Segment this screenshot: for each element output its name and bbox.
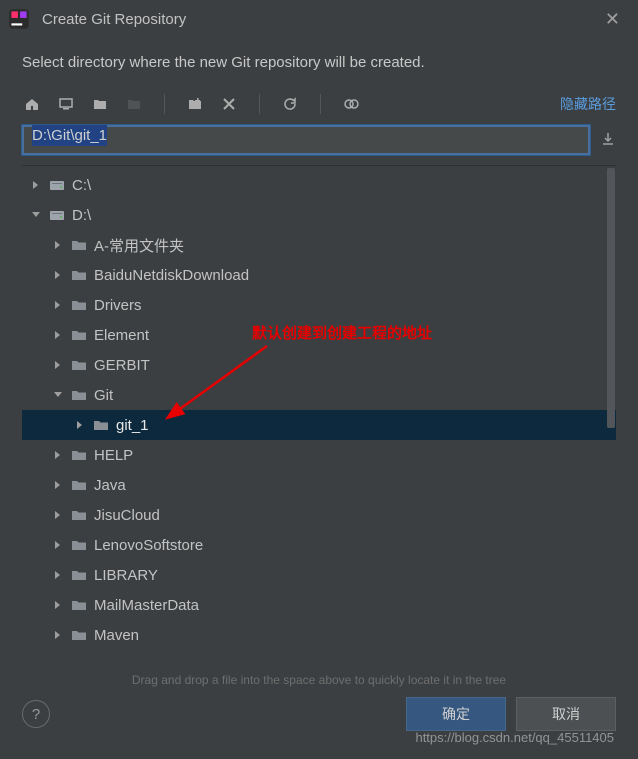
scrollbar[interactable]	[606, 166, 616, 665]
chevron-down-icon[interactable]	[50, 390, 66, 400]
folder-icon	[70, 537, 88, 553]
folder-icon	[70, 447, 88, 463]
chevron-down-icon[interactable]	[28, 210, 44, 220]
folder-icon	[70, 597, 88, 613]
tree-row[interactable]: A-常用文件夹	[22, 230, 616, 260]
toolbar-divider	[164, 94, 165, 114]
chevron-right-icon[interactable]	[50, 570, 66, 580]
tree-row[interactable]: GERBIT	[22, 350, 616, 380]
tree-item-label: Java	[94, 477, 126, 494]
ok-button[interactable]: 确定	[406, 697, 506, 731]
tree-row[interactable]: LIBRARY	[22, 560, 616, 590]
close-button[interactable]: ✕	[597, 5, 628, 34]
directory-tree: C:\ D:\A-常用文件夹 BaiduNetdiskDownload Drivers…	[22, 165, 616, 665]
dialog-subtitle: Select directory where the new Git repos…	[0, 38, 638, 89]
chevron-right-icon[interactable]	[50, 510, 66, 520]
project-icon[interactable]	[90, 94, 110, 114]
toolbar-divider	[259, 94, 260, 114]
tree-item-label: MailMasterData	[94, 597, 199, 614]
delete-icon[interactable]	[219, 94, 239, 114]
chevron-right-icon[interactable]	[50, 540, 66, 550]
folder-icon	[70, 357, 88, 373]
folder-icon	[92, 417, 110, 433]
tree-item-label: D:\	[72, 207, 91, 224]
tree-row[interactable]: LenovoSoftstore	[22, 530, 616, 560]
chevron-right-icon[interactable]	[50, 270, 66, 280]
toolbar-divider	[320, 94, 321, 114]
chevron-right-icon[interactable]	[50, 480, 66, 490]
tree-row[interactable]: D:\	[22, 200, 616, 230]
tree-item-label: BaiduNetdiskDownload	[94, 267, 249, 284]
tree-row[interactable]: HELP	[22, 440, 616, 470]
tree-item-label: LenovoSoftstore	[94, 537, 203, 554]
home-icon[interactable]	[22, 94, 42, 114]
chevron-right-icon[interactable]	[50, 600, 66, 610]
cancel-button[interactable]: 取消	[516, 697, 616, 731]
disk-icon	[48, 207, 66, 223]
module-icon[interactable]	[124, 94, 144, 114]
folder-icon	[70, 327, 88, 343]
chevron-right-icon[interactable]	[50, 450, 66, 460]
tree-item-label: HELP	[94, 447, 133, 464]
download-icon[interactable]	[600, 131, 616, 150]
tree-item-label: Git	[94, 387, 113, 404]
drop-hint: Drag and drop a file into the space abov…	[0, 665, 638, 697]
folder-icon	[70, 237, 88, 253]
tree-item-label: Element	[94, 327, 149, 344]
path-row: D:\Git\git_1	[0, 119, 638, 161]
tree-item-label: LIBRARY	[94, 567, 158, 584]
dialog-footer: ? 确定 取消	[0, 697, 638, 741]
app-icon	[6, 6, 32, 32]
chevron-right-icon[interactable]	[50, 300, 66, 310]
chevron-right-icon[interactable]	[50, 360, 66, 370]
tree-item-label: JisuCloud	[94, 507, 160, 524]
chevron-right-icon[interactable]	[50, 330, 66, 340]
chevron-right-icon[interactable]	[72, 420, 88, 430]
show-hidden-icon[interactable]	[341, 94, 361, 114]
folder-icon	[70, 507, 88, 523]
toolbar: 隐藏路径	[0, 89, 638, 119]
chevron-right-icon[interactable]	[50, 630, 66, 640]
tree-row[interactable]: C:\	[22, 170, 616, 200]
path-input[interactable]: D:\Git\git_1	[22, 125, 590, 155]
tree-row[interactable]: Git	[22, 380, 616, 410]
titlebar: Create Git Repository ✕	[0, 0, 638, 38]
tree-row[interactable]: BaiduNetdiskDownload	[22, 260, 616, 290]
folder-icon	[70, 267, 88, 283]
tree-item-label: Drivers	[94, 297, 142, 314]
folder-icon	[70, 477, 88, 493]
tree-row[interactable]: Java	[22, 470, 616, 500]
folder-icon	[70, 297, 88, 313]
desktop-icon[interactable]	[56, 94, 76, 114]
dialog-title: Create Git Repository	[42, 11, 597, 28]
hide-path-link[interactable]: 隐藏路径	[560, 94, 616, 114]
tree-row[interactable]: Maven	[22, 620, 616, 650]
tree-item-label: C:\	[72, 177, 91, 194]
tree-item-label: git_1	[116, 417, 149, 434]
tree-row[interactable]: git_1	[22, 410, 616, 440]
chevron-right-icon[interactable]	[50, 240, 66, 250]
tree-item-label: A-常用文件夹	[94, 235, 184, 256]
disk-icon	[48, 177, 66, 193]
refresh-icon[interactable]	[280, 94, 300, 114]
chevron-right-icon[interactable]	[28, 180, 44, 190]
tree-row[interactable]: JisuCloud	[22, 500, 616, 530]
tree-row[interactable]: Element	[22, 320, 616, 350]
tree-item-label: Maven	[94, 627, 139, 644]
folder-icon	[70, 387, 88, 403]
tree-row[interactable]: Drivers	[22, 290, 616, 320]
new-folder-icon[interactable]	[185, 94, 205, 114]
folder-icon	[70, 567, 88, 583]
tree-row[interactable]: MailMasterData	[22, 590, 616, 620]
folder-icon	[70, 627, 88, 643]
tree-item-label: GERBIT	[94, 357, 150, 374]
help-button[interactable]: ?	[22, 700, 50, 728]
